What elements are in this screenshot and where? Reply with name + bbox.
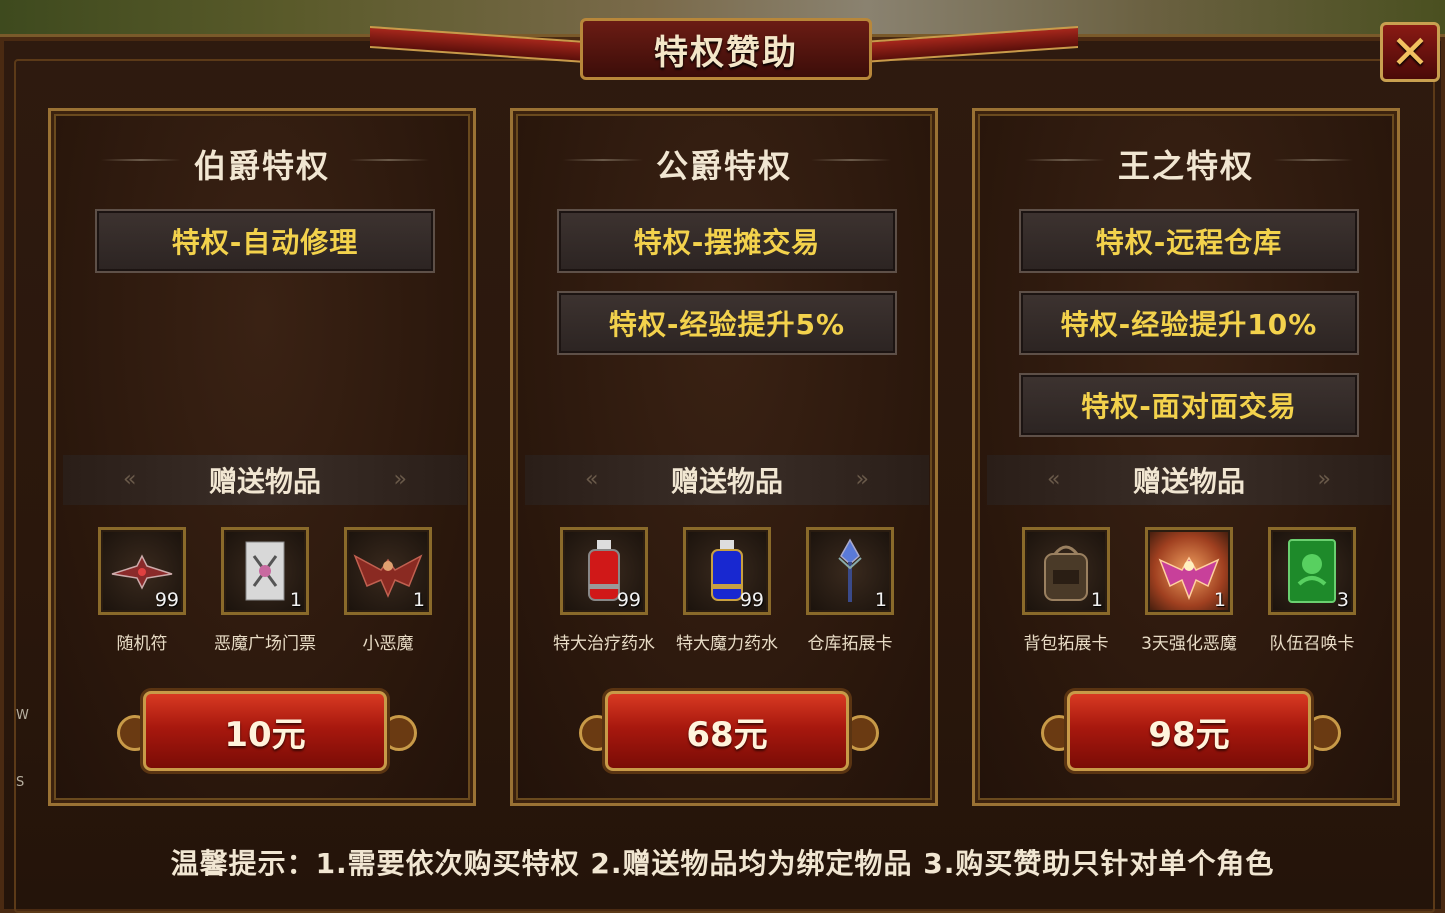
gift-label: 赠送物品 xyxy=(208,465,321,498)
item-count: 1 xyxy=(412,589,425,611)
tip-text: 温馨提示：1.需要依次购买特权 2.赠送物品均为绑定物品 3.购买赞助只针对单个… xyxy=(170,847,1275,880)
item-slot[interactable]: 1 xyxy=(344,527,432,615)
gift-item[interactable]: 1 背包拓展卡 xyxy=(1005,527,1127,654)
privilege-label: 特权-经验提升10% xyxy=(1060,308,1318,341)
item-name: 队伍召唤卡 xyxy=(1269,634,1355,654)
item-name: 随机符 xyxy=(116,634,168,654)
arrow-right-icon[interactable]: » xyxy=(856,467,869,492)
privilege-item: 特权-摆摊交易 xyxy=(557,209,897,273)
item-slot[interactable]: 1 xyxy=(221,527,309,615)
price-label: 10元 xyxy=(224,714,306,755)
price-label: 68元 xyxy=(686,714,768,755)
card-title: 王之特权 xyxy=(1117,147,1254,185)
item-slot[interactable]: 3 xyxy=(1268,527,1356,615)
gift-item[interactable]: 1 小恶魔 xyxy=(327,527,449,654)
close-button[interactable]: ✕ xyxy=(1380,22,1440,82)
gift-header: « 赠送物品 » xyxy=(987,455,1391,505)
gift-header: « 赠送物品 » xyxy=(525,455,929,505)
arrow-left-icon[interactable]: « xyxy=(123,467,136,492)
arrow-right-icon[interactable]: » xyxy=(394,467,407,492)
buy-button[interactable]: 10元 xyxy=(143,691,387,771)
gift-items: 1 背包拓展卡 1 3天强化恶魔 3 队伍召唤卡 xyxy=(975,527,1397,657)
gift-item[interactable]: 1 3天强化恶魔 xyxy=(1128,527,1250,654)
item-name: 恶魔广场门票 xyxy=(214,634,316,654)
card-title: 公爵特权 xyxy=(655,147,792,185)
gift-label: 赠送物品 xyxy=(1132,465,1245,498)
privilege-label: 特权-自动修理 xyxy=(171,226,359,259)
item-name: 3天强化恶魔 xyxy=(1141,634,1237,654)
buy-button[interactable]: 68元 xyxy=(605,691,849,771)
gift-item[interactable]: 99 随机符 xyxy=(81,527,203,654)
item-slot[interactable]: 99 xyxy=(98,527,186,615)
item-name: 小恶魔 xyxy=(362,634,414,654)
privilege-label: 特权-面对面交易 xyxy=(1081,390,1297,423)
item-slot[interactable]: 1 xyxy=(1022,527,1110,615)
item-count: 1 xyxy=(874,589,887,611)
item-slot[interactable]: 99 xyxy=(560,527,648,615)
item-name: 仓库拓展卡 xyxy=(807,634,893,654)
privilege-item: 特权-经验提升5% xyxy=(557,291,897,355)
gift-header: « 赠送物品 » xyxy=(63,455,467,505)
privilege-card-count: 伯爵特权 特权-自动修理 « 赠送物品 » 99 随机符 1 恶魔广场门票 1 … xyxy=(48,108,476,806)
gift-label: 赠送物品 xyxy=(670,465,783,498)
gift-item[interactable]: 1 仓库拓展卡 xyxy=(789,527,911,654)
privilege-label: 特权-远程仓库 xyxy=(1095,226,1283,259)
gift-item[interactable]: 3 队伍召唤卡 xyxy=(1251,527,1373,654)
privilege-label: 特权-经验提升5% xyxy=(608,308,846,341)
privilege-item: 特权-远程仓库 xyxy=(1019,209,1359,273)
item-name: 背包拓展卡 xyxy=(1023,634,1109,654)
arrow-left-icon[interactable]: « xyxy=(585,467,598,492)
gift-item[interactable]: 99 特大治疗药水 xyxy=(543,527,665,654)
item-slot[interactable]: 1 xyxy=(806,527,894,615)
side-letter-s: S xyxy=(16,775,25,790)
gift-items: 99 随机符 1 恶魔广场门票 1 小恶魔 xyxy=(51,527,473,657)
page-title: 特权赞助 xyxy=(654,32,798,73)
item-slot[interactable]: 99 xyxy=(683,527,771,615)
item-count: 1 xyxy=(289,589,302,611)
side-letter-w: W xyxy=(16,708,29,723)
item-slot[interactable]: 1 xyxy=(1145,527,1233,615)
item-count: 1 xyxy=(1090,589,1103,611)
arrow-right-icon[interactable]: » xyxy=(1318,467,1331,492)
gift-items: 99 特大治疗药水 99 特大魔力药水 1 仓库拓展卡 xyxy=(513,527,935,657)
privilege-item: 特权-经验提升10% xyxy=(1019,291,1359,355)
buy-button[interactable]: 98元 xyxy=(1067,691,1311,771)
arrow-left-icon[interactable]: « xyxy=(1047,467,1060,492)
item-count: 3 xyxy=(1336,589,1349,611)
item-count: 99 xyxy=(154,589,179,611)
item-name: 特大魔力药水 xyxy=(676,634,778,654)
gift-item[interactable]: 99 特大魔力药水 xyxy=(666,527,788,654)
gift-item[interactable]: 1 恶魔广场门票 xyxy=(204,527,326,654)
item-count: 99 xyxy=(616,589,641,611)
card-title: 伯爵特权 xyxy=(193,147,330,185)
title-plate: 特权赞助 xyxy=(580,18,872,80)
item-count: 99 xyxy=(739,589,764,611)
privilege-item: 特权-自动修理 xyxy=(95,209,435,273)
close-icon: ✕ xyxy=(1390,25,1430,79)
item-name: 特大治疗药水 xyxy=(553,634,655,654)
item-count: 1 xyxy=(1213,589,1226,611)
price-label: 98元 xyxy=(1148,714,1230,755)
privilege-card-duke: 公爵特权 特权-摆摊交易 特权-经验提升5% « 赠送物品 » 99 特大治疗药… xyxy=(510,108,938,806)
privilege-item: 特权-面对面交易 xyxy=(1019,373,1359,437)
privilege-label: 特权-摆摊交易 xyxy=(633,226,821,259)
privilege-card-king: 王之特权 特权-远程仓库 特权-经验提升10% 特权-面对面交易 « 赠送物品 … xyxy=(972,108,1400,806)
